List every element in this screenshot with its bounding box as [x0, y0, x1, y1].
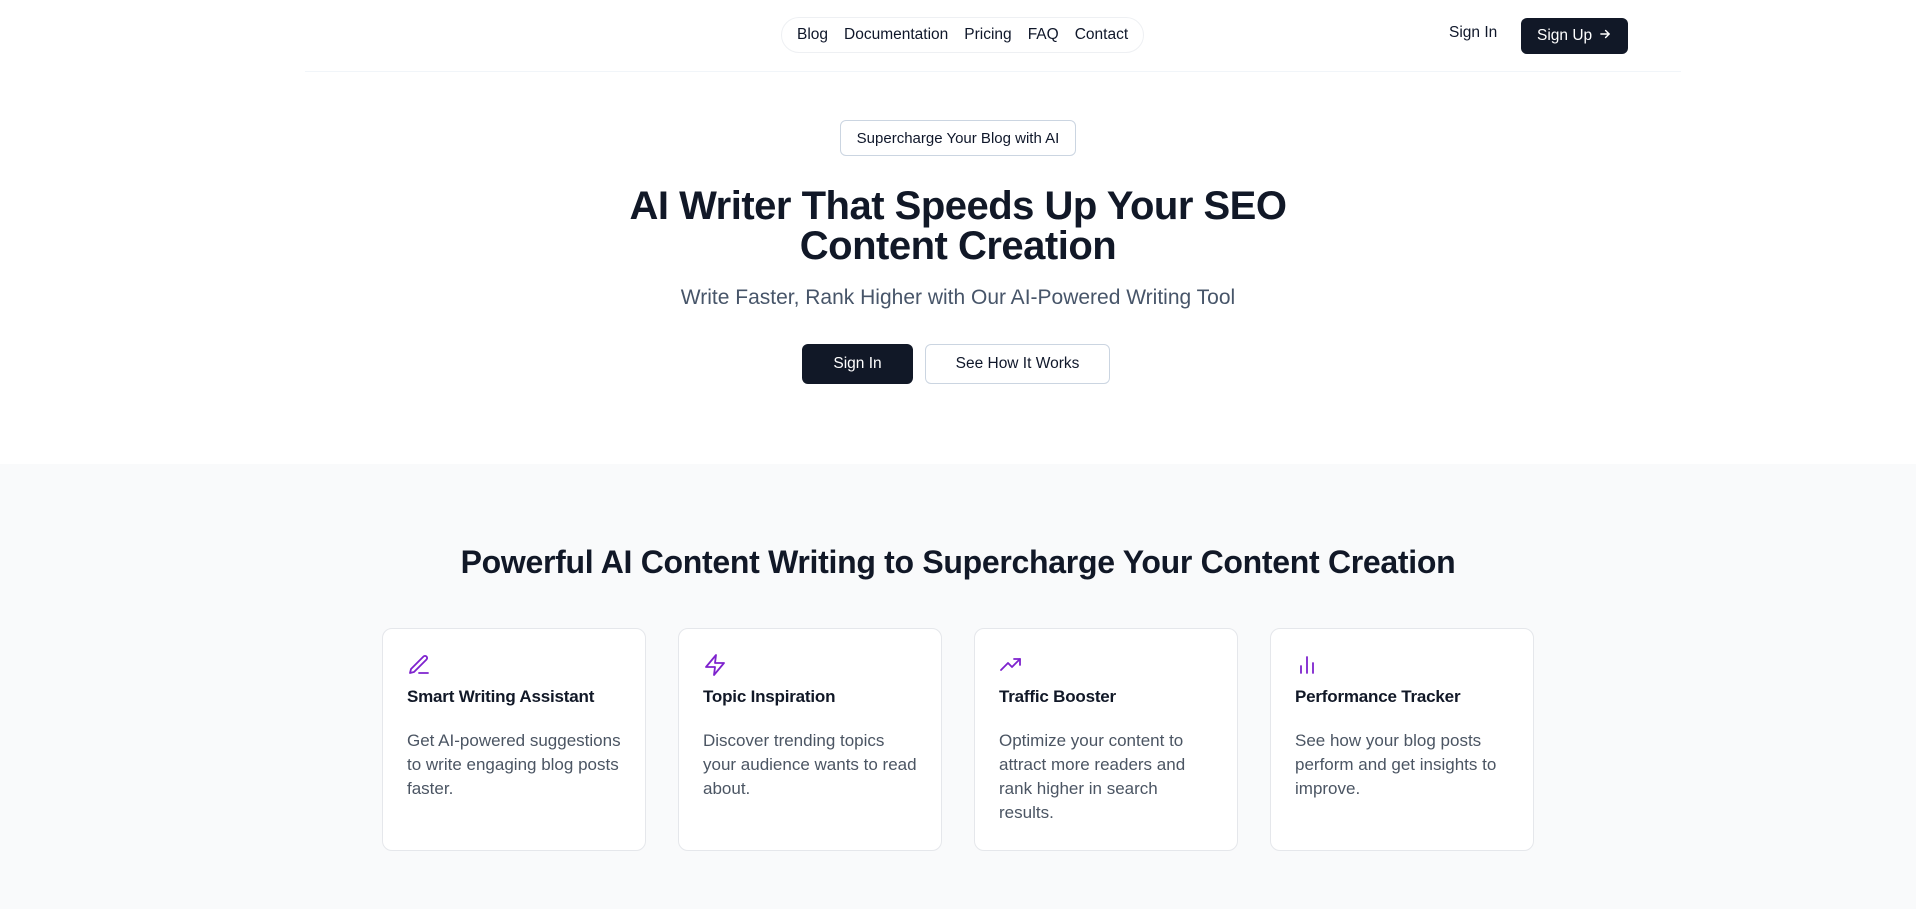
feature-card-description: Optimize your content to attract more re… [999, 731, 1186, 822]
nav-link-contact[interactable]: Contact [1075, 26, 1128, 44]
hero-section: Supercharge Your Blog with AI AI Writer … [0, 72, 1916, 464]
lightning-icon [703, 653, 727, 677]
header-sign-in-link[interactable]: Sign In [1449, 24, 1497, 42]
features-title: Powerful AI Content Writing to Superchar… [460, 544, 1456, 580]
feature-card-title: Smart Writing Assistant [407, 687, 595, 706]
hero-badge: Supercharge Your Blog with AI [840, 120, 1076, 156]
bar-chart-icon [1295, 653, 1319, 677]
feature-card: Performance Tracker See how your blog po… [1270, 628, 1534, 851]
features-section: Powerful AI Content Writing to Superchar… [0, 464, 1916, 909]
nav-link-faq[interactable]: FAQ [1028, 26, 1059, 44]
hero-subtitle: Write Faster, Rank Higher with Our AI-Po… [680, 286, 1236, 309]
feature-cards: Smart Writing Assistant Get AI-powered s… [382, 628, 1534, 851]
arrow-right-icon [1598, 27, 1612, 46]
feature-card: Smart Writing Assistant Get AI-powered s… [382, 628, 646, 851]
feature-card-title: Performance Tracker [1295, 687, 1461, 706]
site-header: Blog Documentation Pricing FAQ Contact S… [305, 0, 1681, 72]
trending-up-icon [999, 653, 1023, 677]
see-how-it-works-button[interactable]: See How It Works [925, 344, 1110, 384]
feature-card-title: Topic Inspiration [703, 687, 836, 706]
pencil-icon [407, 653, 431, 677]
hero-actions: Sign In See How It Works [802, 344, 1110, 384]
feature-card: Topic Inspiration Discover trending topi… [678, 628, 942, 851]
feature-card-description: Get AI-powered suggestions to write enga… [407, 731, 621, 798]
hero-sign-in-button[interactable]: Sign In [802, 344, 913, 384]
feature-card: Traffic Booster Optimize your content to… [974, 628, 1238, 851]
hero-title: AI Writer That Speeds Up Your SEO Conten… [629, 184, 1287, 268]
sign-up-label: Sign Up [1537, 27, 1593, 44]
nav-link-documentation[interactable]: Documentation [844, 26, 948, 44]
nav-link-blog[interactable]: Blog [797, 26, 828, 44]
feature-card-description: See how your blog posts perform and get … [1295, 731, 1497, 798]
feature-card-title: Traffic Booster [999, 687, 1116, 706]
nav-link-pricing[interactable]: Pricing [964, 26, 1011, 44]
header-sign-up-button[interactable]: Sign Up [1521, 18, 1629, 54]
main-nav: Blog Documentation Pricing FAQ Contact [781, 17, 1145, 53]
feature-card-description: Discover trending topics your audience w… [703, 731, 917, 798]
